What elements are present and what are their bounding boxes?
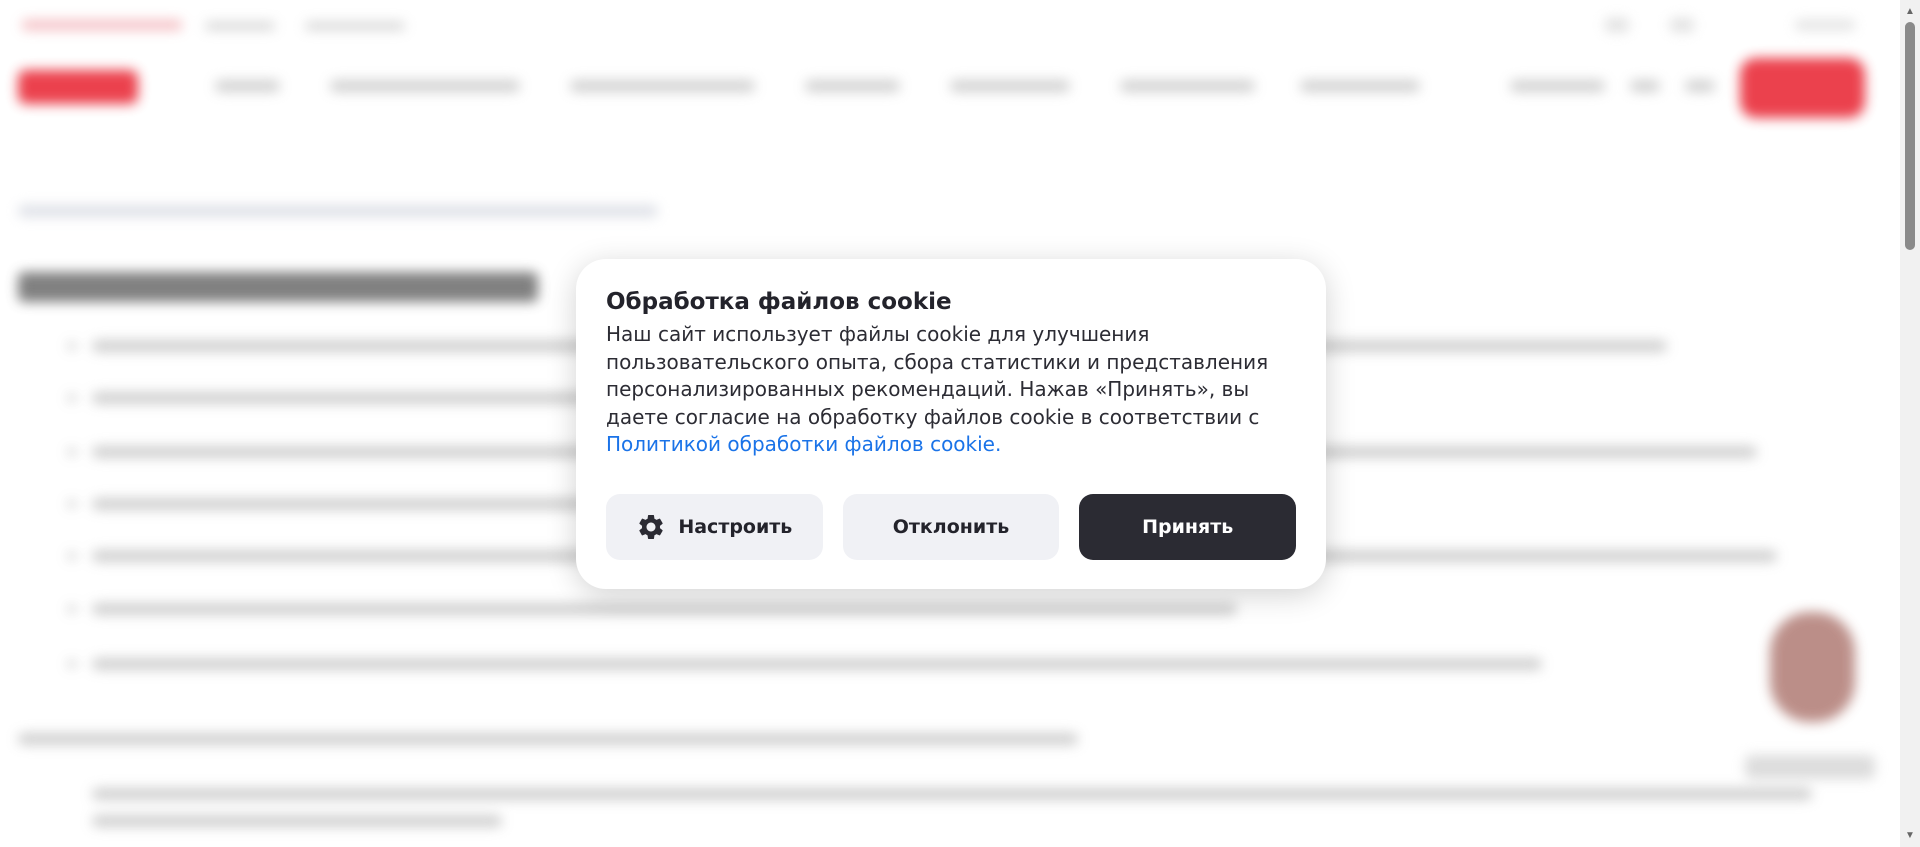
list-item: [92, 392, 592, 404]
assistant-avatar: [1770, 612, 1855, 722]
cookie-dialog-description: Наш сайт использует файлы cookie для улу…: [606, 322, 1269, 429]
list-bullet: [68, 500, 76, 508]
paragraph: [18, 733, 1078, 745]
gear-icon: [639, 515, 664, 539]
scrollbar[interactable]: ▲ ▼: [1900, 0, 1920, 847]
cookie-dialog-buttons: Настроить Отклонить Принять: [606, 494, 1297, 560]
top-bar-link: [1795, 20, 1855, 30]
site-logo: [18, 70, 138, 104]
nav-item: [330, 80, 520, 92]
nav-item: [1510, 80, 1605, 92]
list-item: [92, 498, 592, 510]
cookie-policy-link[interactable]: Политикой обработки файлов cookie.: [606, 432, 1001, 456]
list-bullet: [68, 342, 76, 350]
scroll-up-arrow-icon[interactable]: ▲: [1905, 6, 1915, 17]
settings-button[interactable]: Настроить: [606, 494, 823, 560]
nav-icon: [1630, 80, 1660, 92]
settings-button-label: Настроить: [678, 516, 793, 538]
nav-item: [950, 80, 1070, 92]
nav-item: [1120, 80, 1255, 92]
nav-item: [1300, 80, 1420, 92]
list-item: [92, 658, 1542, 670]
list-bullet: [68, 605, 76, 613]
main-navigation: [0, 56, 1890, 118]
cookie-dialog-text: Наш сайт использует файлы cookie для улу…: [606, 321, 1296, 459]
nav-icon: [1685, 80, 1715, 92]
top-bar-link: [205, 22, 275, 30]
accept-button-label: Принять: [1142, 516, 1234, 538]
paragraph: [92, 788, 1812, 800]
top-bar-icon: [1605, 18, 1629, 32]
list-bullet: [68, 552, 76, 560]
list-bullet: [68, 660, 76, 668]
cookie-dialog-title: Обработка файлов cookie: [606, 289, 952, 315]
top-bar-icon: [1670, 18, 1694, 32]
list-bullet: [68, 448, 76, 456]
list-bullet: [68, 394, 76, 402]
accept-button[interactable]: Принять: [1079, 494, 1297, 560]
nav-item: [570, 80, 755, 92]
top-utility-bar: [0, 10, 1890, 40]
reject-button-label: Отклонить: [892, 516, 1010, 538]
reject-button[interactable]: Отклонить: [842, 494, 1060, 560]
top-bar-link: [305, 22, 405, 30]
top-bar-promo-text: [22, 20, 182, 30]
scroll-down-arrow-icon[interactable]: ▼: [1905, 830, 1915, 841]
nav-cta-button: [1740, 58, 1865, 118]
assistant-label: [1745, 755, 1875, 779]
scrollbar-thumb[interactable]: [1905, 22, 1915, 250]
paragraph: [92, 815, 502, 827]
nav-item: [215, 80, 280, 92]
cookie-consent-dialog: Обработка файлов cookie Наш сайт использ…: [576, 259, 1326, 589]
list-item: [92, 603, 1237, 615]
page-title: [18, 272, 538, 302]
nav-item: [805, 80, 900, 92]
breadcrumb: [18, 205, 658, 217]
